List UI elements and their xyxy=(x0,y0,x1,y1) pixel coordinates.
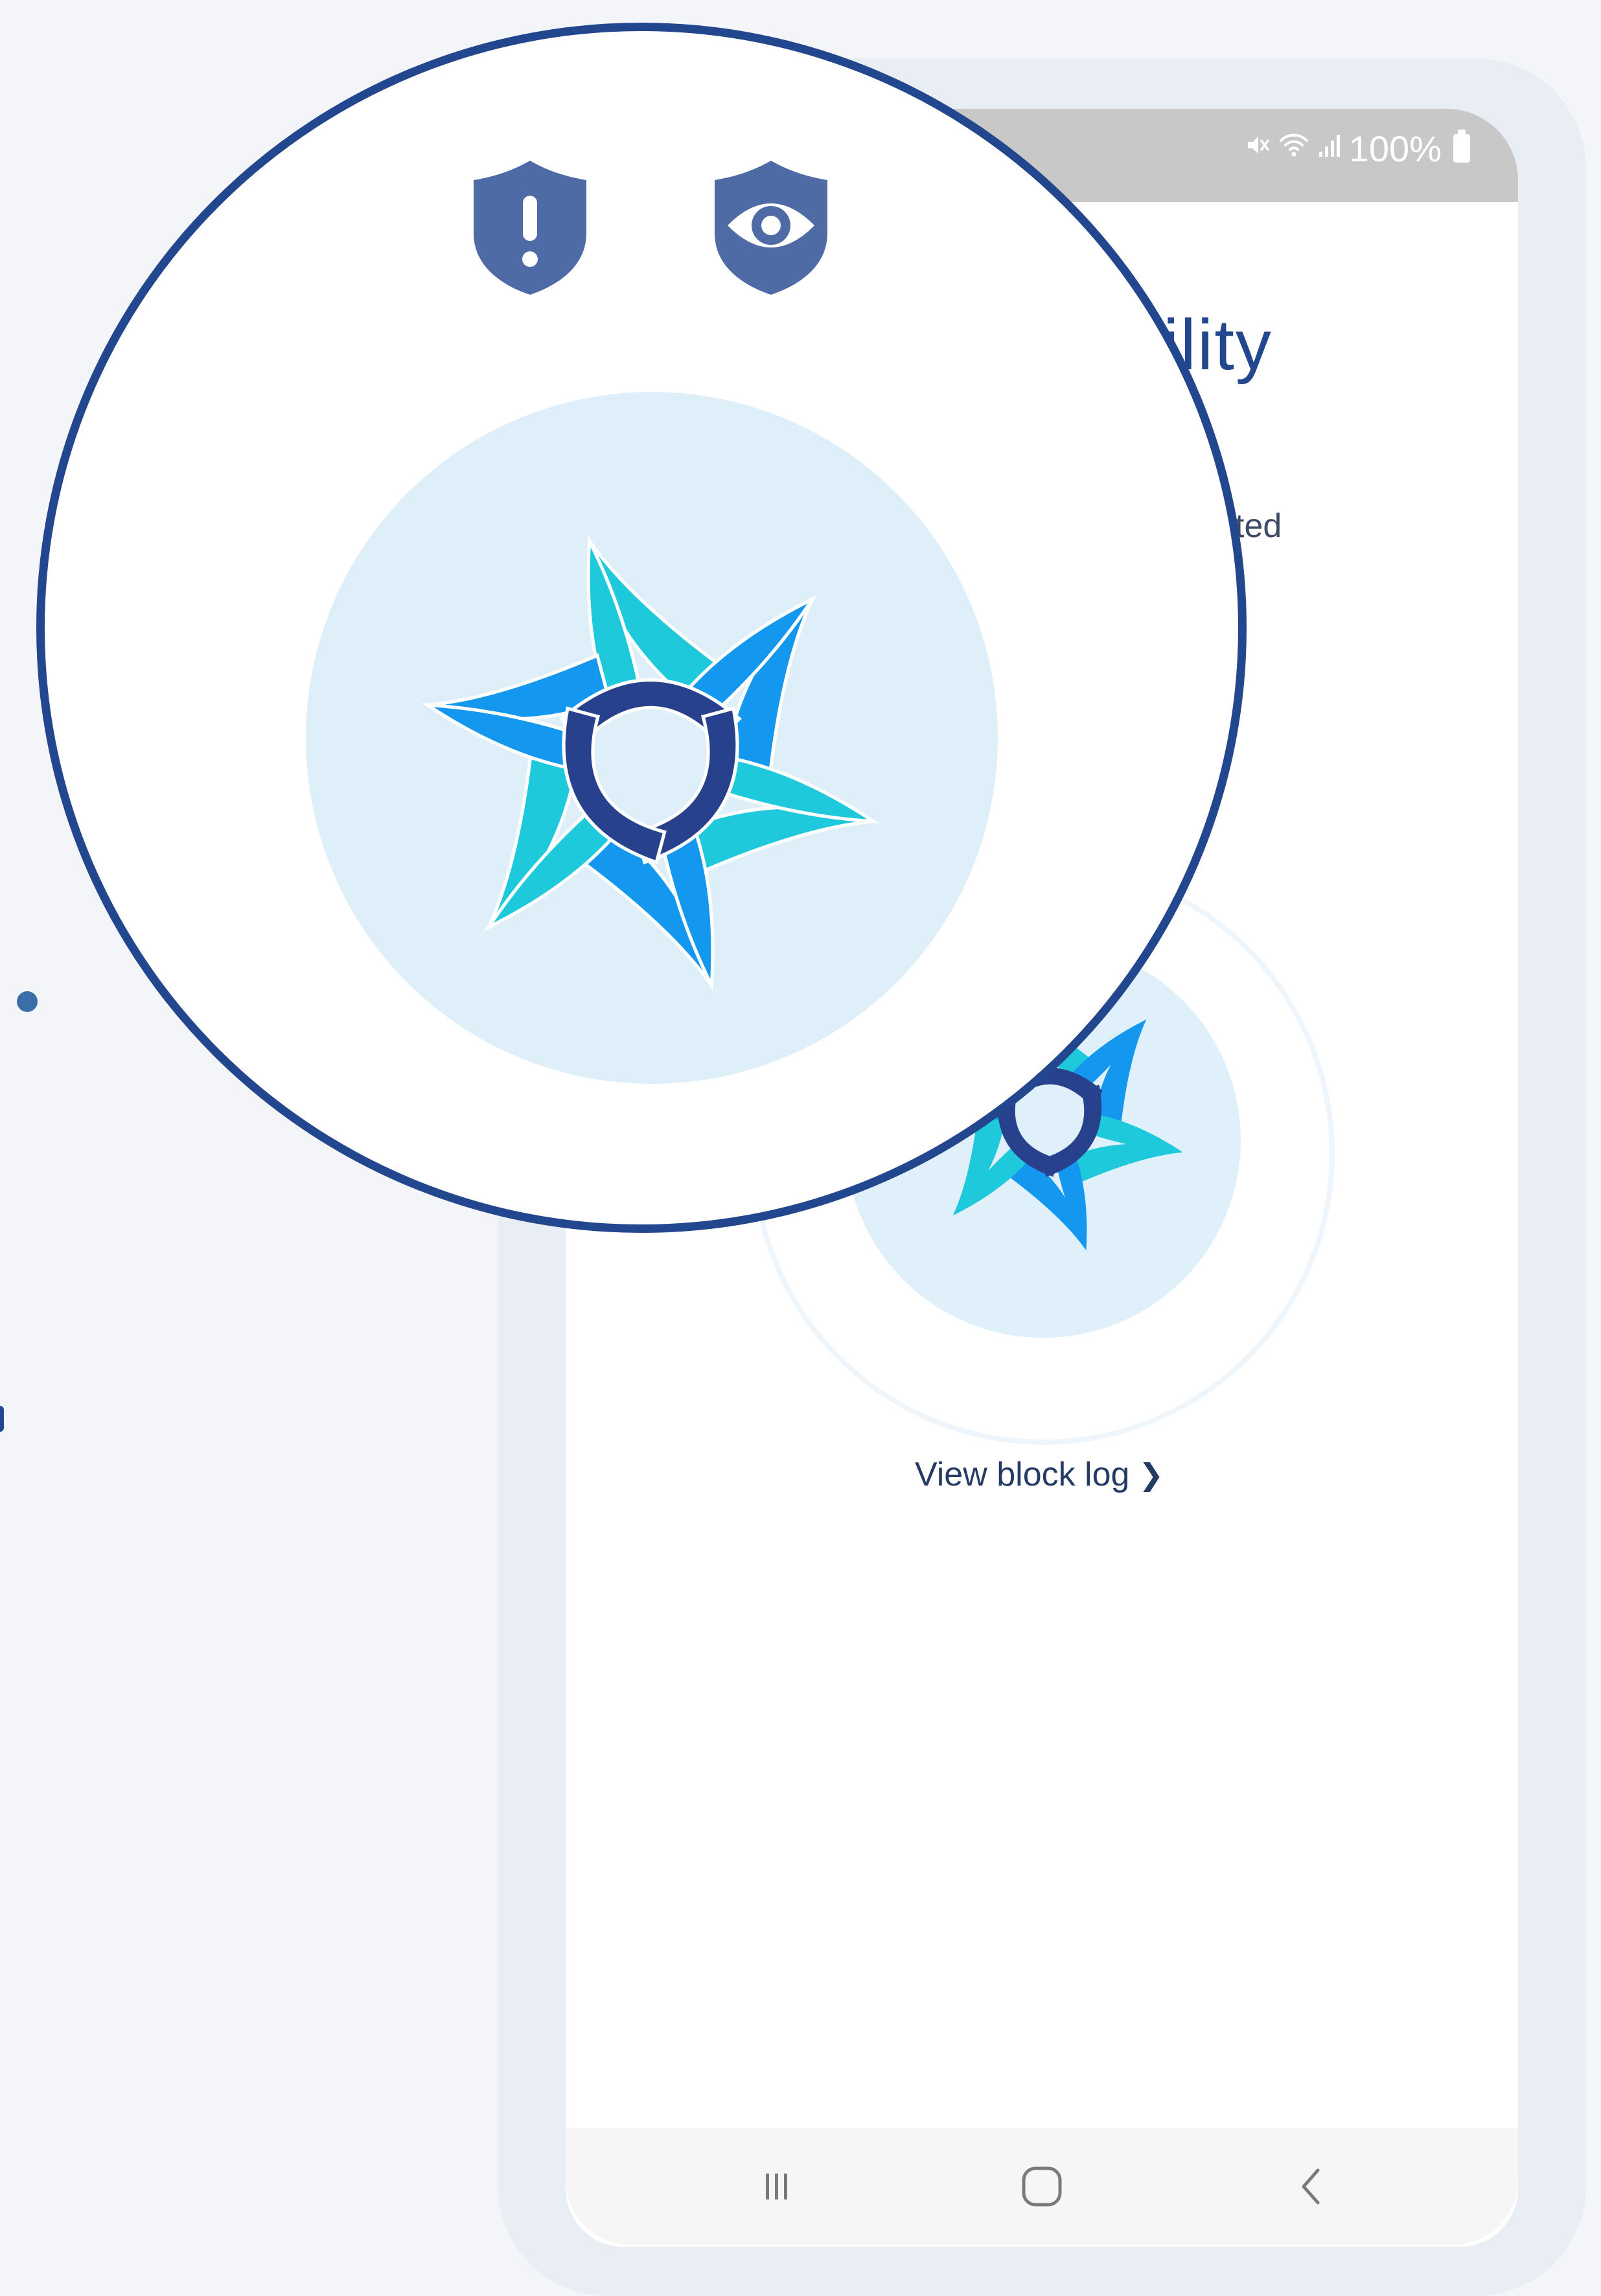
battery-percent: 100% xyxy=(1348,128,1442,169)
signal-icon xyxy=(1318,132,1340,165)
star-knot-logo xyxy=(421,534,880,992)
chevron-right-icon: ❯ xyxy=(1138,1458,1164,1491)
nav-recent-apps-button[interactable] xyxy=(711,2128,841,2245)
magnifier-callout xyxy=(36,23,1247,1233)
nav-home-button[interactable] xyxy=(977,2128,1107,2245)
back-icon xyxy=(1302,2168,1320,2205)
shield-alert-icon xyxy=(474,161,586,295)
status-icons: 100% xyxy=(1244,126,1470,171)
wifi-icon xyxy=(1279,132,1309,165)
view-block-log-link[interactable]: View block log ❯ xyxy=(915,1458,1164,1491)
decorative-edge-mark xyxy=(0,1406,4,1432)
recent-apps-icon xyxy=(766,2174,787,2199)
mute-icon xyxy=(1244,132,1270,165)
system-nav-bar xyxy=(566,2128,1518,2245)
shield-eye-icon xyxy=(715,161,827,295)
decorative-dot xyxy=(17,991,38,1012)
battery-icon xyxy=(1453,130,1470,163)
view-block-log-label: View block log xyxy=(915,1456,1130,1493)
home-icon xyxy=(1022,2166,1062,2207)
nav-back-button[interactable] xyxy=(1246,2128,1376,2245)
